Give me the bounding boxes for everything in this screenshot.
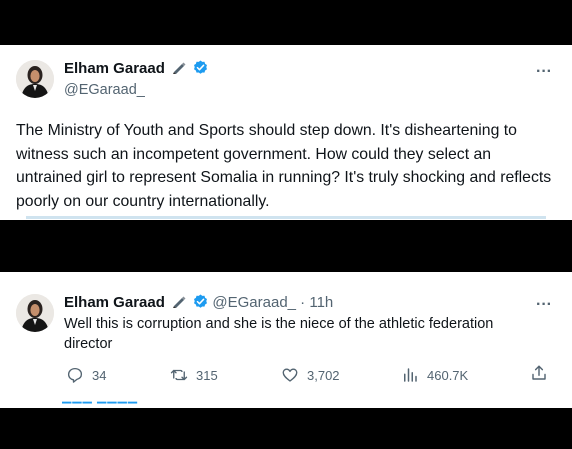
repost-icon bbox=[170, 369, 188, 381]
avatar-image-icon bbox=[16, 60, 54, 98]
tweet-panel: Elham Garaad @EGaraad_ ··· The Ministry … bbox=[0, 45, 572, 220]
reply-action[interactable]: 34 bbox=[66, 364, 106, 386]
more-options-icon[interactable]: ··· bbox=[536, 64, 552, 80]
pen-emoji-icon bbox=[173, 62, 186, 74]
author-name[interactable]: Elham Garaad bbox=[64, 60, 165, 77]
heart-icon bbox=[282, 368, 298, 382]
author-handle[interactable]: @EGaraad_ bbox=[64, 81, 145, 99]
views-action[interactable]: 460.7K bbox=[401, 364, 468, 386]
repost-count: 315 bbox=[196, 367, 218, 383]
reply-author-handle[interactable]: @EGaraad_ bbox=[212, 294, 296, 311]
reply-text: Well this is corruption and she is the n… bbox=[64, 316, 494, 352]
avatar[interactable] bbox=[16, 60, 54, 98]
cut-off-link-edge: ▔▔▔ ▔▔▔▔ bbox=[62, 401, 172, 408]
media-preview-edge bbox=[26, 216, 546, 219]
reply-timestamp[interactable]: 11h bbox=[309, 294, 333, 311]
author-name-row[interactable]: Elham Garaad bbox=[64, 60, 208, 78]
reply-panel: Elham Garaad @EGaraad_ · 11h ··· Well th… bbox=[0, 272, 572, 408]
reply-avatar[interactable] bbox=[16, 294, 54, 332]
reply-count: 34 bbox=[92, 367, 107, 383]
share-icon bbox=[532, 365, 546, 380]
reply-more-options-icon[interactable]: ··· bbox=[536, 297, 552, 313]
repost-action[interactable]: 315 bbox=[170, 364, 218, 386]
pen-emoji-icon bbox=[173, 296, 186, 308]
share-button[interactable] bbox=[530, 364, 548, 387]
like-action[interactable]: 3,702 bbox=[281, 364, 340, 386]
like-count: 3,702 bbox=[307, 367, 340, 383]
reply-author-row[interactable]: Elham Garaad @EGaraad_ · 11h bbox=[64, 294, 333, 312]
views-chart-icon bbox=[404, 368, 417, 382]
tweet-text: The Ministry of Youth and Sports should … bbox=[16, 122, 552, 210]
view-count: 460.7K bbox=[427, 367, 469, 383]
reply-author-name[interactable]: Elham Garaad bbox=[64, 294, 165, 311]
reply-icon bbox=[67, 367, 83, 383]
time-separator: · bbox=[296, 294, 310, 311]
verified-badge-icon bbox=[194, 60, 208, 74]
cut-off-link-fragment: ▔▔▔ ▔▔▔▔ bbox=[62, 402, 172, 408]
verified-badge-icon bbox=[194, 294, 208, 308]
avatar-image-icon bbox=[16, 294, 54, 332]
action-bar: 34 315 3,702 460.7K bbox=[60, 364, 560, 386]
